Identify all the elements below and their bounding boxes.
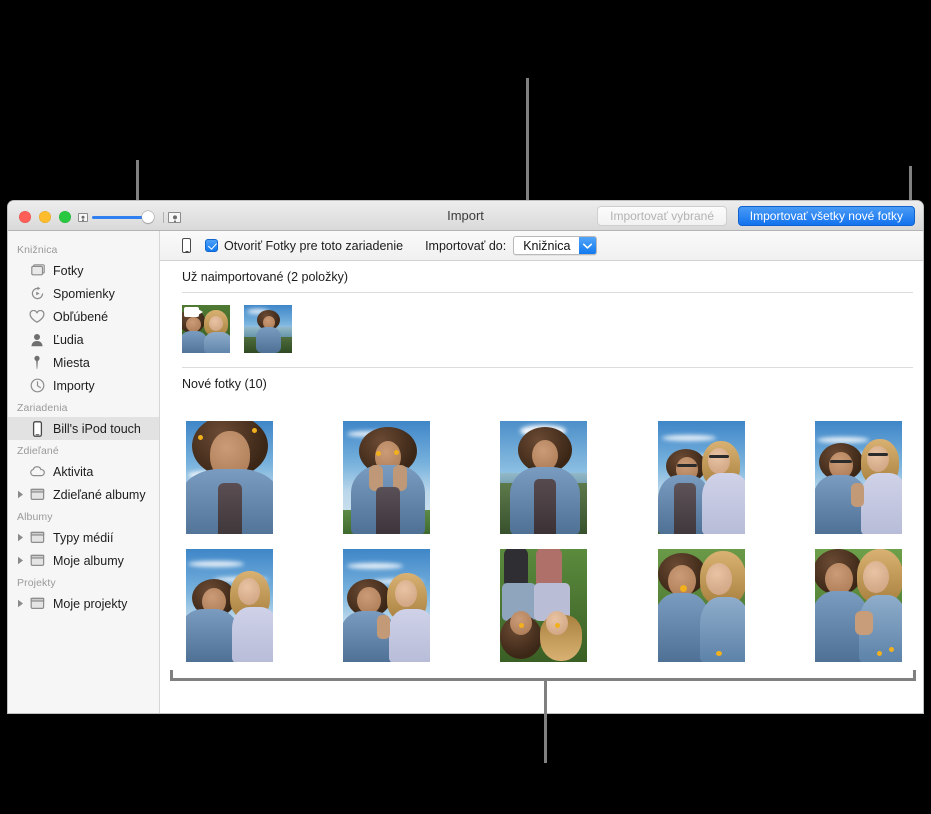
clock-icon xyxy=(28,378,46,394)
photo-girl-smiling-by-sea[interactable] xyxy=(500,421,587,534)
heart-icon xyxy=(28,309,46,325)
sidebar-group-zariadenia: Zariadenia xyxy=(17,402,68,414)
new-photos-heading: Nové fotky (10) xyxy=(182,377,267,391)
memories-icon xyxy=(28,286,46,302)
sidebar-item-label: Bill's iPod touch xyxy=(53,421,141,436)
sidebar-item-zdielane-albumy[interactable]: Zdieľané albumy xyxy=(8,483,159,506)
disclosure-triangle-icon[interactable] xyxy=(17,490,28,499)
disclosure-triangle-icon[interactable] xyxy=(17,556,28,565)
video-badge-icon xyxy=(184,307,203,317)
sidebar-item-label: Zdieľané albumy xyxy=(53,487,146,502)
sidebar-item-label: Aktivita xyxy=(53,464,94,479)
album-icon xyxy=(28,530,46,546)
sidebar-item-spomienky[interactable]: Spomienky xyxy=(8,282,159,305)
disclosure-triangle-icon[interactable] xyxy=(17,533,28,542)
sidebar-item-ludia[interactable]: Ľudia xyxy=(8,328,159,351)
sidebar-item-label: Miesta xyxy=(53,355,90,370)
person-icon xyxy=(28,332,46,348)
sidebar-item-miesta[interactable]: Miesta xyxy=(8,351,159,374)
photo-grid-callout-stem xyxy=(544,678,547,763)
open-photos-checkbox-label: Otvoriť Fotky pre toto zariadenie xyxy=(224,238,404,253)
sidebar-item-label: Obľúbené xyxy=(53,309,109,324)
sidebar-item-label: Spomienky xyxy=(53,286,115,301)
import-to-popup-button[interactable]: Knižnica xyxy=(513,236,598,255)
sidebar-item-label: Typy médií xyxy=(53,530,114,545)
photos-import-window: Import Importovať vybrané Importovať vše… xyxy=(8,201,923,713)
photo-grid-callout-left-tick xyxy=(170,670,173,681)
photos-stack-icon xyxy=(28,263,46,279)
chevron-down-icon[interactable] xyxy=(579,237,597,254)
sidebar-item-label: Moje projekty xyxy=(53,596,128,611)
photo-two-friends-lying-grass-overhead[interactable] xyxy=(500,549,587,662)
sidebar-item-importy[interactable]: Importy xyxy=(8,374,159,397)
ipod-touch-icon xyxy=(28,420,46,437)
photo-two-friends-arm-out-sky[interactable] xyxy=(186,549,273,662)
thumbnail-girl-by-the-sea[interactable] xyxy=(244,305,292,353)
photo-grid-callout-horizontal xyxy=(170,678,916,681)
sidebar-item-aktivita[interactable]: Aktivita xyxy=(8,460,159,483)
open-photos-checkbox[interactable] xyxy=(205,239,218,252)
sidebar-item-label: Ľudia xyxy=(53,332,84,347)
import-content-area: Už naimportované (2 položky) Nové fotky … xyxy=(160,261,923,713)
disclosure-triangle-icon[interactable] xyxy=(17,599,28,608)
sidebar-item-moje-projekty[interactable]: Moje projekty xyxy=(8,592,159,615)
album-icon xyxy=(28,596,46,612)
sidebar-group-projekty: Projekty xyxy=(17,577,56,589)
sidebar-item-label: Moje albumy xyxy=(53,553,124,568)
import-all-new-photos-button[interactable]: Importovať všetky nové fotky xyxy=(737,206,915,226)
photo-girl-looking-up-sky[interactable] xyxy=(186,421,273,534)
map-pin-icon xyxy=(28,355,46,371)
import-selected-button[interactable]: Importovať vybrané xyxy=(597,206,727,226)
photo-two-friends-sunglasses-sky[interactable] xyxy=(658,421,745,534)
new-photos-grid xyxy=(160,407,923,675)
album-icon xyxy=(28,553,46,569)
thumbnail-two-girls-lying-grass-video[interactable] xyxy=(182,305,230,353)
album-icon xyxy=(28,487,46,503)
sidebar-item-label: Fotky xyxy=(53,263,84,278)
sidebar-group-zdielane: Zdieľané xyxy=(17,445,59,457)
photo-grid-callout-right-tick xyxy=(913,670,916,681)
sidebar-item-moje-albumy[interactable]: Moje albumy xyxy=(8,549,159,572)
sidebar-group-albumy: Albumy xyxy=(17,511,53,523)
iphone-icon xyxy=(182,238,191,253)
sidebar-group-kniznica: Knižnica xyxy=(17,244,58,256)
screenshot-stage: Import Importovať vybrané Importovať vše… xyxy=(0,0,931,814)
sidebar: Knižnica Fotky Spomienky Obľúbené Ľudia … xyxy=(8,231,160,713)
window-titlebar: Import Importovať vybrané Importovať vše… xyxy=(8,201,923,231)
sidebar-item-fotky[interactable]: Fotky xyxy=(8,259,159,282)
photo-girl-flowers-over-eyes[interactable] xyxy=(343,421,430,534)
photo-two-friends-peace-sign-sky[interactable] xyxy=(815,421,902,534)
sidebar-item-label: Importy xyxy=(53,378,95,393)
cloud-icon xyxy=(28,464,46,480)
device-options-bar: Otvoriť Fotky pre toto zariadenie Import… xyxy=(160,231,923,261)
import-to-label: Importovať do: xyxy=(425,238,507,253)
already-imported-heading: Už naimportované (2 položky) xyxy=(182,270,349,284)
sidebar-item-oblubene[interactable]: Obľúbené xyxy=(8,305,159,328)
photo-two-friends-peace-sign-closeup[interactable] xyxy=(343,549,430,662)
import-to-value: Knižnica xyxy=(523,238,571,253)
photo-two-friends-lying-grass-flower[interactable] xyxy=(658,549,745,662)
already-imported-thumbnails xyxy=(160,293,923,367)
sidebar-item-typy-medii[interactable]: Typy médií xyxy=(8,526,159,549)
sidebar-item-bills-ipod-touch[interactable]: Bill's iPod touch xyxy=(8,417,159,440)
photo-two-friends-lying-grass-smiling[interactable] xyxy=(815,549,902,662)
